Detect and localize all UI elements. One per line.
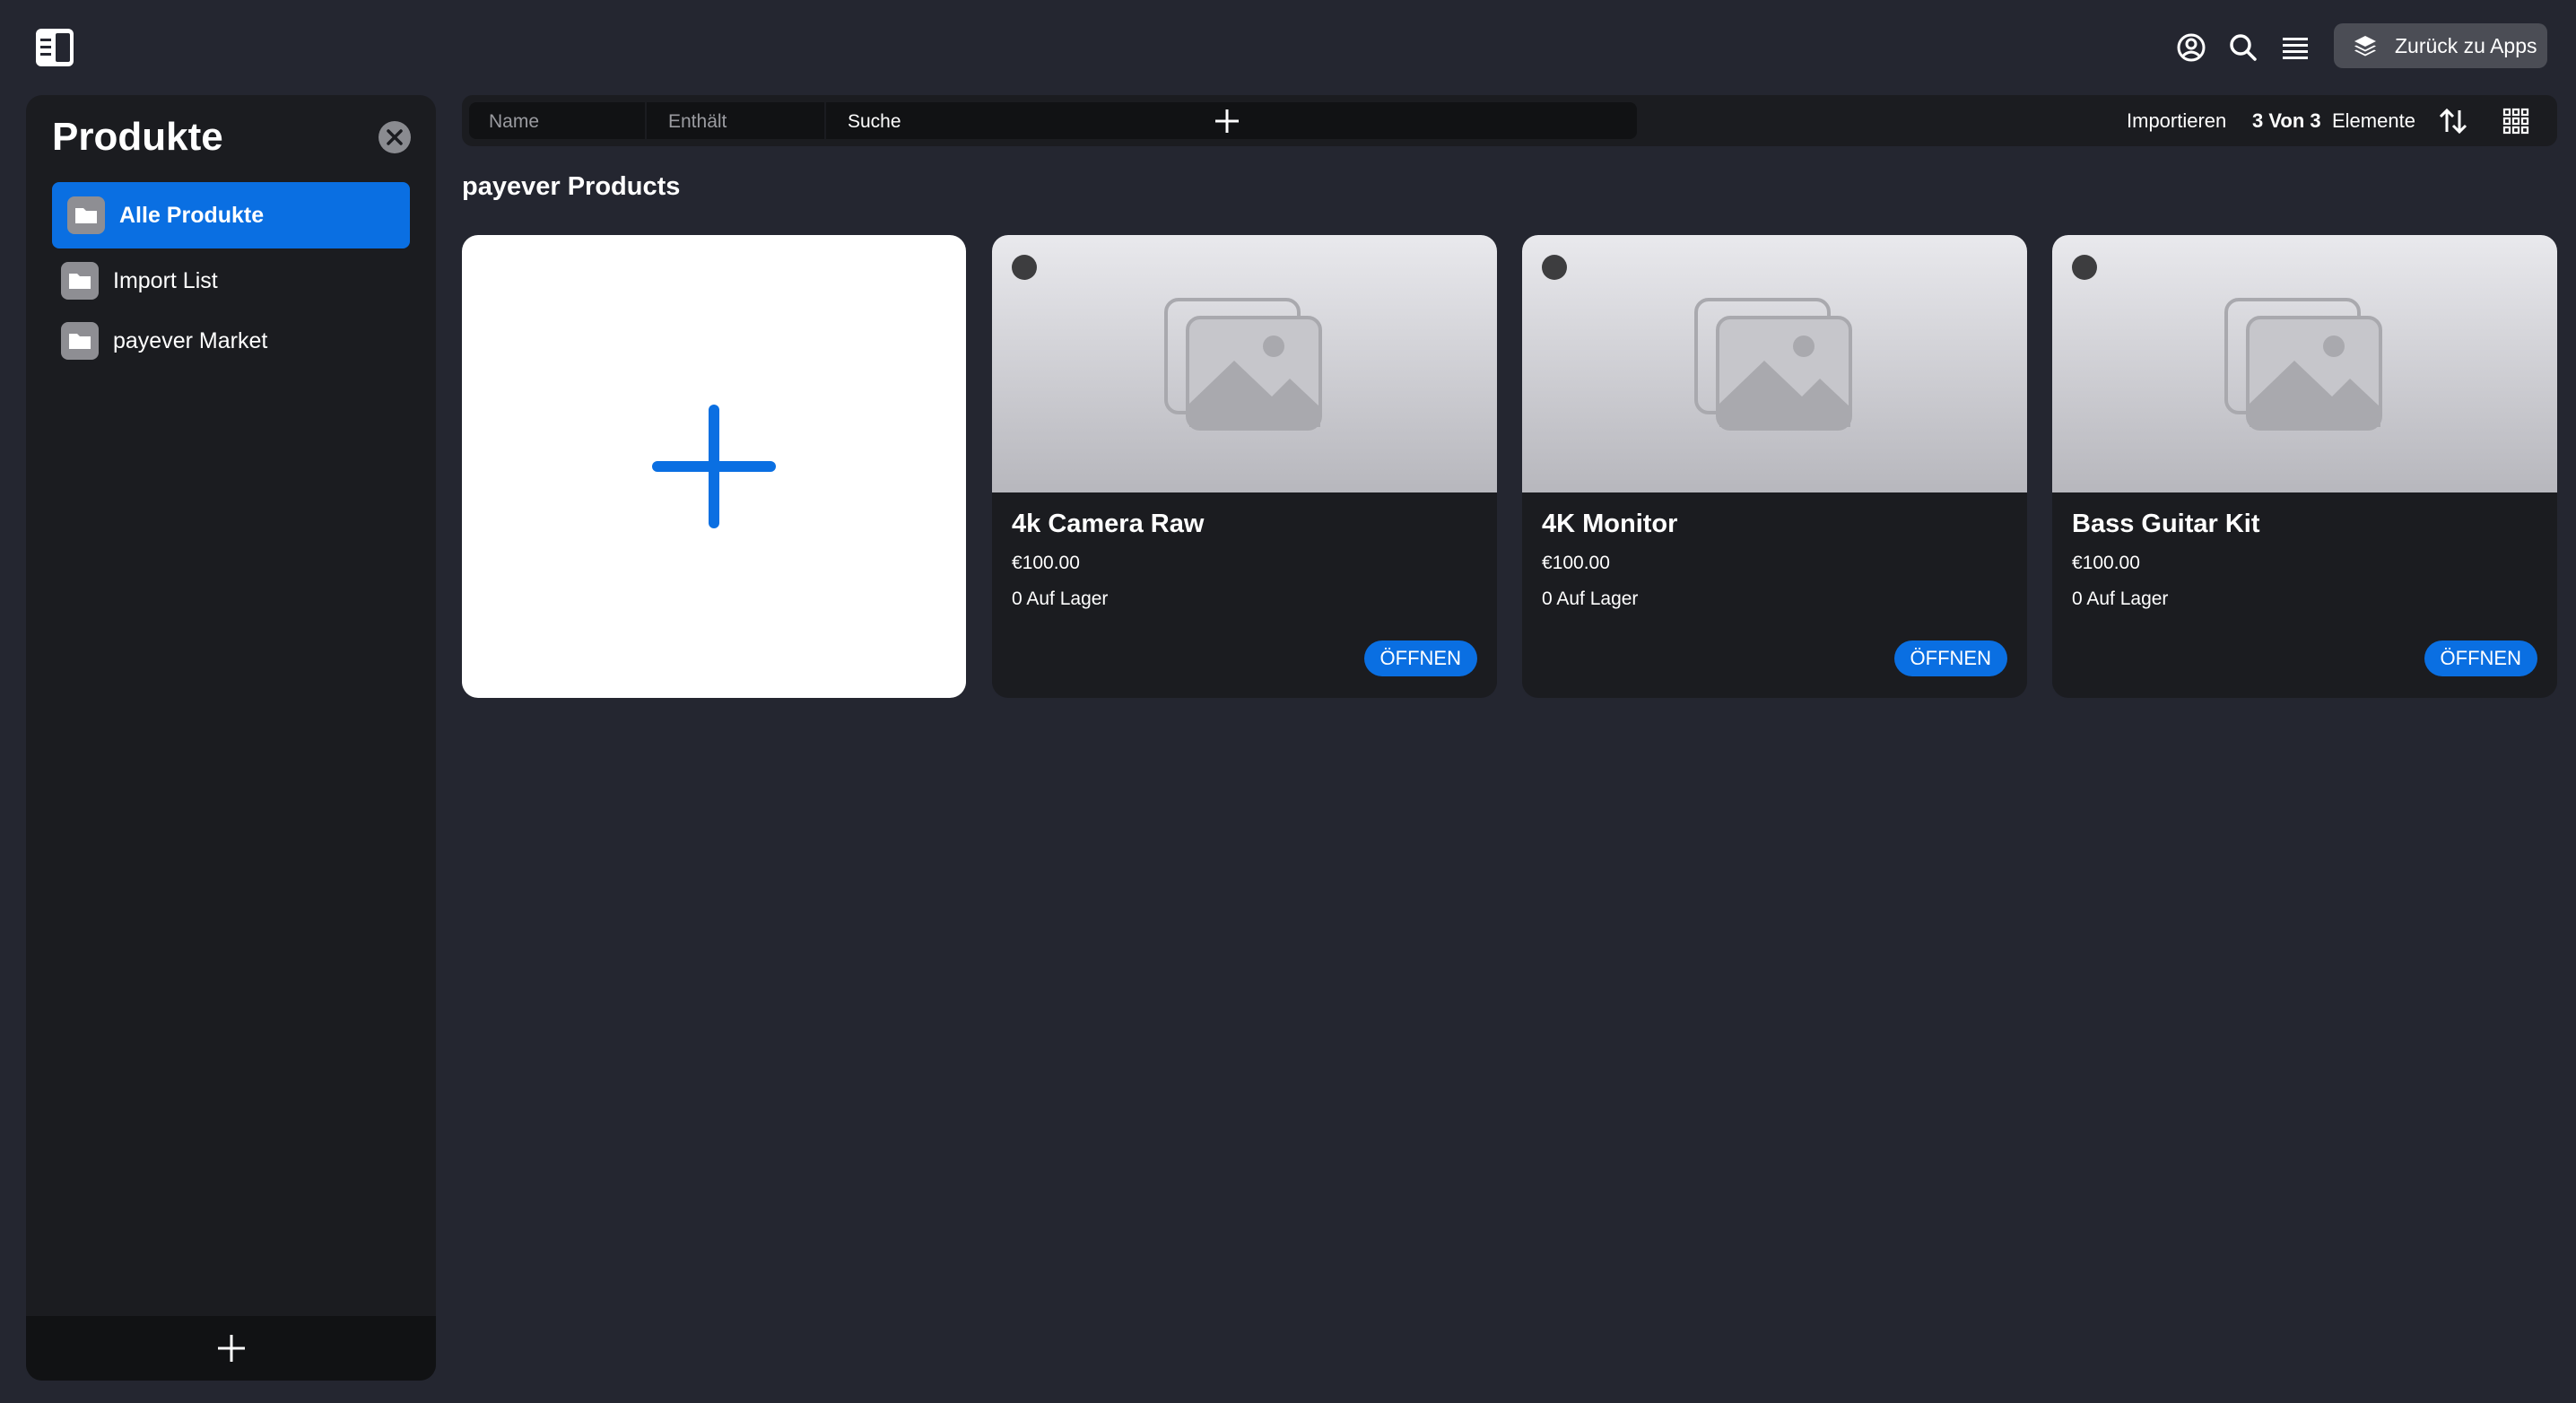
add-filter-icon[interactable] bbox=[1208, 102, 1246, 140]
image-placeholder-icon bbox=[1164, 298, 1322, 431]
product-name: 4k Camera Raw bbox=[1012, 510, 1205, 538]
product-image bbox=[1522, 235, 2027, 492]
filter-field-select[interactable]: Name bbox=[489, 111, 539, 133]
sidebar-item-label: Alle Produkte bbox=[119, 202, 265, 228]
sidebar-title: Produkte bbox=[52, 115, 223, 159]
select-checkbox[interactable] bbox=[1012, 255, 1037, 280]
item-count-suffix: Elemente bbox=[2332, 109, 2415, 132]
back-to-apps-button[interactable]: Zurück zu Apps bbox=[2334, 23, 2547, 68]
sidebar-item-import-list[interactable]: Import List bbox=[52, 248, 410, 314]
product-name: 4K Monitor bbox=[1542, 510, 1678, 538]
product-stock: 0 Auf Lager bbox=[2072, 588, 2169, 609]
product-price: €100.00 bbox=[2072, 553, 2140, 573]
product-image bbox=[2052, 235, 2557, 492]
product-card[interactable]: Bass Guitar Kit €100.00 0 Auf Lager ÖFFN… bbox=[2052, 235, 2557, 698]
sort-icon[interactable] bbox=[2437, 105, 2469, 137]
search-input[interactable]: Suche bbox=[848, 111, 901, 133]
sidebar-item-payever-market[interactable]: payever Market bbox=[52, 308, 410, 374]
sidebar-item-alle-produkte[interactable]: Alle Produkte bbox=[52, 182, 410, 248]
menu-icon[interactable] bbox=[2276, 29, 2314, 66]
product-stock: 0 Auf Lager bbox=[1012, 588, 1109, 609]
open-button[interactable]: ÖFFNEN bbox=[2424, 640, 2537, 676]
folder-icon bbox=[61, 262, 99, 300]
section-title: payever Products bbox=[462, 172, 681, 201]
product-name: Bass Guitar Kit bbox=[2072, 510, 2260, 538]
product-card[interactable]: 4k Camera Raw €100.00 0 Auf Lager ÖFFNEN bbox=[992, 235, 1497, 698]
open-button[interactable]: ÖFFNEN bbox=[1893, 640, 2007, 676]
product-price: €100.00 bbox=[1542, 553, 1610, 573]
image-placeholder-icon bbox=[1694, 298, 1852, 431]
account-icon[interactable] bbox=[2172, 29, 2210, 66]
item-count: 3 Von 3 bbox=[2252, 109, 2321, 132]
layers-icon bbox=[2354, 36, 2376, 57]
product-price: €100.00 bbox=[1012, 553, 1080, 573]
plus-icon bbox=[217, 1335, 245, 1362]
search-icon[interactable] bbox=[2224, 29, 2262, 66]
top-bar: Zurück zu Apps bbox=[0, 0, 2576, 93]
sidebar-toggle-icon[interactable] bbox=[34, 27, 75, 68]
folder-icon bbox=[61, 322, 99, 360]
open-button[interactable]: ÖFFNEN bbox=[1363, 640, 1477, 676]
toolbar: Name Enthält Suche Importieren 3 Von 3 E… bbox=[462, 95, 2557, 146]
sidebar-item-label: Import List bbox=[113, 267, 218, 293]
sidebar: Produkte Alle Produkte Import List payev… bbox=[26, 95, 436, 1381]
folder-icon bbox=[67, 196, 105, 234]
filter-bar: Name Enthält Suche bbox=[469, 102, 1637, 139]
product-card[interactable]: 4K Monitor €100.00 0 Auf Lager ÖFFNEN bbox=[1522, 235, 2027, 698]
sidebar-item-label: payever Market bbox=[113, 327, 268, 353]
filter-operator-select[interactable]: Enthält bbox=[668, 111, 727, 133]
close-icon[interactable] bbox=[378, 120, 412, 154]
select-checkbox[interactable] bbox=[1542, 255, 1567, 280]
select-checkbox[interactable] bbox=[2072, 255, 2097, 280]
add-folder-button[interactable] bbox=[26, 1316, 436, 1381]
plus-icon bbox=[652, 405, 776, 528]
image-placeholder-icon bbox=[2224, 298, 2382, 431]
grid-view-icon[interactable] bbox=[2500, 105, 2532, 137]
import-button[interactable]: Importieren bbox=[2127, 109, 2226, 133]
product-image bbox=[992, 235, 1497, 492]
add-product-card[interactable] bbox=[462, 235, 966, 698]
product-stock: 0 Auf Lager bbox=[1542, 588, 1639, 609]
back-to-apps-label: Zurück zu Apps bbox=[2395, 33, 2537, 57]
